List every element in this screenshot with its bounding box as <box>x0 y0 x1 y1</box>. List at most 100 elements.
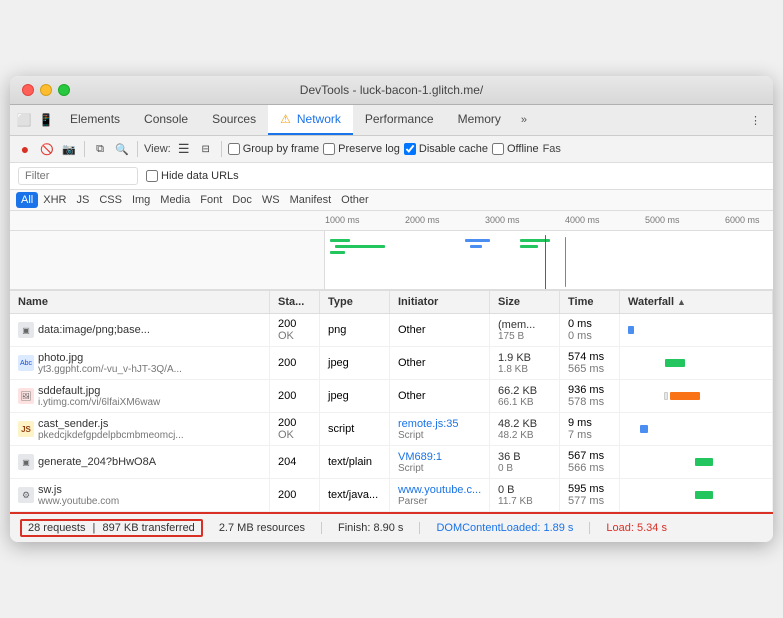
tabs-row: ⬜ 📱 Elements Console Sources ⚠ Network P… <box>10 105 773 136</box>
menu-button[interactable]: ⋮ <box>742 108 769 133</box>
filmstrip-button[interactable]: ⊟ <box>197 140 215 158</box>
td-name-4: JS cast_sender.js pkedcjkdefgpdelpbcmbme… <box>10 413 270 445</box>
disable-cache-checkbox[interactable]: Disable cache <box>404 143 488 155</box>
tab-network[interactable]: ⚠ Network <box>268 105 353 135</box>
name-text-2: photo.jpg yt3.ggpht.com/-vu_v-hJT-3Q/A..… <box>38 352 261 375</box>
type-xhr[interactable]: XHR <box>38 192 71 208</box>
type-css[interactable]: CSS <box>94 192 127 208</box>
th-waterfall[interactable]: Waterfall ▲ <box>620 291 773 313</box>
table-row[interactable]: JS cast_sender.js pkedcjkdefgpdelpbcmbme… <box>10 413 773 446</box>
offline-checkbox[interactable]: Offline <box>492 143 539 155</box>
devtools-window: DevTools - luck-bacon-1.glitch.me/ ⬜ 📱 E… <box>10 76 773 542</box>
filter-input[interactable] <box>18 167 138 185</box>
type-js[interactable]: JS <box>71 192 94 208</box>
record-button[interactable]: ● <box>16 140 34 158</box>
offline-input[interactable] <box>492 143 504 155</box>
traffic-lights <box>22 84 70 96</box>
type-filters-row: All XHR JS CSS Img Media Font Doc WS Man… <box>10 190 773 211</box>
tab-elements[interactable]: Elements <box>58 105 132 135</box>
tab-sources[interactable]: Sources <box>200 105 268 135</box>
close-button[interactable] <box>22 84 34 96</box>
type-filters: All XHR JS CSS Img Media Font Doc WS Man… <box>16 192 374 208</box>
th-initiator-label: Initiator <box>398 296 438 308</box>
camera-button[interactable]: 📷 <box>60 140 78 158</box>
size-bot-6: 11.7 KB <box>498 496 551 507</box>
type-other[interactable]: Other <box>336 192 374 208</box>
time-top-2: 574 ms <box>568 351 611 363</box>
type-doc[interactable]: Doc <box>227 192 257 208</box>
device-icon[interactable]: 📱 <box>36 110 56 130</box>
mini-bar-red-line <box>545 235 546 290</box>
group-by-frame-input[interactable] <box>228 143 240 155</box>
type-font[interactable]: Font <box>195 192 227 208</box>
hide-data-urls-input[interactable] <box>146 170 158 182</box>
initiator-link-5[interactable]: VM689:1 <box>398 451 481 463</box>
td-initiator-2: Other <box>390 347 490 379</box>
disable-cache-label: Disable cache <box>419 143 488 155</box>
sort-arrow-icon: ▲ <box>677 297 686 307</box>
time-bot-2: 565 ms <box>568 363 611 375</box>
filter-button[interactable]: ⧉ <box>91 140 109 158</box>
td-waterfall-5 <box>620 446 773 478</box>
name-text-6: sw.js www.youtube.com <box>38 484 261 507</box>
more-tabs-button[interactable]: » <box>513 108 535 132</box>
size-bot-5: 0 B <box>498 463 551 474</box>
group-by-frame-checkbox[interactable]: Group by frame <box>228 143 319 155</box>
name-text-1: data:image/png;base... <box>38 324 261 336</box>
time-top-1: 0 ms <box>568 318 611 330</box>
type-img[interactable]: Img <box>127 192 155 208</box>
file-icon-3: 🖼 <box>18 388 34 404</box>
table-row[interactable]: Abc photo.jpg yt3.ggpht.com/-vu_v-hJT-3Q… <box>10 347 773 380</box>
type-ws[interactable]: WS <box>257 192 285 208</box>
type-all[interactable]: All <box>16 192 38 208</box>
network-warning-icon: ⚠ <box>280 112 291 126</box>
td-status-5: 204 <box>270 446 320 478</box>
type-media[interactable]: Media <box>155 192 195 208</box>
initiator-link-4[interactable]: remote.js:35 <box>398 418 481 430</box>
td-initiator-4: remote.js:35 Script <box>390 413 490 445</box>
initiator-link-6[interactable]: www.youtube.c... <box>398 484 481 496</box>
td-waterfall-2 <box>620 347 773 379</box>
tab-performance[interactable]: Performance <box>353 105 446 135</box>
name-cell-2: Abc photo.jpg yt3.ggpht.com/-vu_v-hJT-3Q… <box>18 352 261 375</box>
hide-data-urls-checkbox[interactable]: Hide data URLs <box>146 170 239 182</box>
time-bot-3: 578 ms <box>568 396 611 408</box>
time-bot-6: 577 ms <box>568 495 611 507</box>
preserve-log-checkbox[interactable]: Preserve log <box>323 143 400 155</box>
wf-segment-6 <box>695 491 713 499</box>
waterfall-mini-graph <box>325 231 773 289</box>
minimize-button[interactable] <box>40 84 52 96</box>
th-size[interactable]: Size <box>490 291 560 313</box>
type-manifest[interactable]: Manifest <box>285 192 337 208</box>
tick-3000: 3000 ms <box>485 215 565 225</box>
tab-memory[interactable]: Memory <box>446 105 513 135</box>
td-size-4: 48.2 KB 48.2 KB <box>490 413 560 445</box>
wf-bar-2 <box>665 359 685 367</box>
table-row[interactable]: ⚙ sw.js www.youtube.com 200 text/java...… <box>10 479 773 512</box>
table-row[interactable]: ▣ generate_204?bHwO8A 204 text/plain VM6… <box>10 446 773 479</box>
name-cell-3: 🖼 sddefault.jpg i.ytimg.com/vi/6lfaiXM6w… <box>18 385 261 408</box>
preserve-log-input[interactable] <box>323 143 335 155</box>
disable-cache-input[interactable] <box>404 143 416 155</box>
inspect-icon[interactable]: ⬜ <box>14 110 34 130</box>
maximize-button[interactable] <box>58 84 70 96</box>
clear-button[interactable]: 🚫 <box>38 140 56 158</box>
time-top-5: 567 ms <box>568 450 611 462</box>
th-name[interactable]: Name <box>10 291 270 313</box>
td-type-6: text/java... <box>320 479 390 511</box>
search-button[interactable]: 🔍 <box>113 140 131 158</box>
name-text-5: generate_204?bHwO8A <box>38 456 261 468</box>
list-view-button[interactable]: ☰ <box>175 140 193 158</box>
name-main-4: cast_sender.js <box>38 418 261 430</box>
table-row[interactable]: ▣ data:image/png;base... 200 OK png Othe… <box>10 314 773 347</box>
th-time[interactable]: Time <box>560 291 620 313</box>
tab-console[interactable]: Console <box>132 105 200 135</box>
timeline-graph[interactable] <box>10 231 773 291</box>
name-sub-3: i.ytimg.com/vi/6lfaiXM6waw <box>38 397 261 408</box>
td-size-5: 36 B 0 B <box>490 446 560 478</box>
th-type[interactable]: Type <box>320 291 390 313</box>
td-status-2: 200 <box>270 347 320 379</box>
th-initiator[interactable]: Initiator <box>390 291 490 313</box>
table-row[interactable]: 🖼 sddefault.jpg i.ytimg.com/vi/6lfaiXM6w… <box>10 380 773 413</box>
th-status[interactable]: Sta... <box>270 291 320 313</box>
